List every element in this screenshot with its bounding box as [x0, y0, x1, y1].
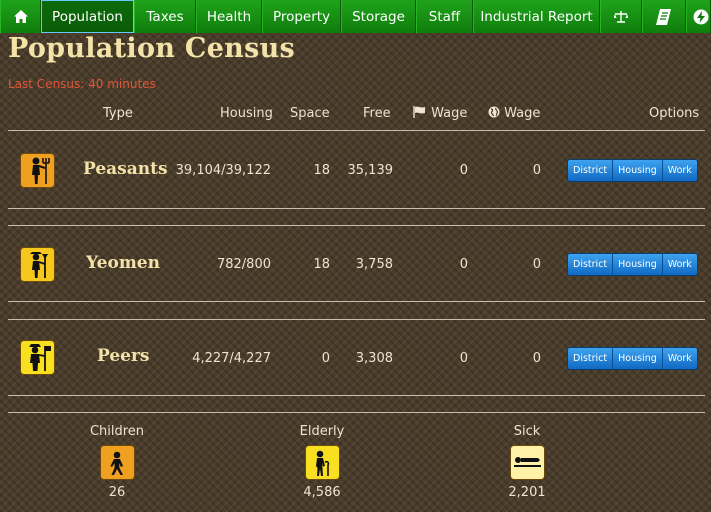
header-space: Space: [290, 106, 330, 121]
row-housing: 782/800: [216, 257, 271, 272]
last-census-text: Last Census: 40 minutes: [8, 77, 156, 91]
housing-button[interactable]: Housing: [613, 254, 663, 275]
tab-storage[interactable]: Storage: [341, 0, 416, 33]
divider: [8, 319, 705, 320]
stat-sick: Sick 2,201: [492, 424, 562, 500]
tab-home[interactable]: [0, 0, 41, 33]
sick-icon: [509, 445, 545, 480]
tab-population[interactable]: Population: [41, 0, 134, 33]
scroll-icon: [655, 8, 673, 26]
elderly-icon: [304, 445, 340, 480]
stat-value: 4,586: [303, 485, 341, 500]
row-housing: 4,227/4,227: [192, 351, 271, 366]
district-button[interactable]: District: [568, 348, 614, 369]
row-name: Peers: [97, 346, 150, 366]
row-options: District Housing Work: [567, 253, 698, 276]
housing-button[interactable]: Housing: [613, 348, 663, 369]
header-wage-global-label: Wage: [504, 106, 541, 121]
row-free: 3,308: [355, 351, 393, 366]
stat-value: 26: [108, 485, 126, 500]
tab-taxes[interactable]: Taxes: [134, 0, 196, 33]
row-name: Yeomen: [86, 253, 160, 273]
stat-elderly: Elderly 4,586: [287, 424, 357, 500]
row-name: Peasants: [83, 159, 168, 179]
header-type: Type: [103, 106, 133, 121]
tab-scales[interactable]: [600, 0, 642, 33]
header-options: Options: [649, 106, 700, 121]
header-wage-local-label: Wage: [431, 106, 468, 121]
divider: [8, 412, 705, 413]
row-free: 3,758: [355, 257, 393, 272]
tab-property[interactable]: Property: [262, 0, 341, 33]
tab-scroll[interactable]: [642, 0, 686, 33]
top-navigation: Population Taxes Health Property Storage…: [0, 0, 711, 33]
child-icon: [99, 445, 135, 480]
scales-icon: [614, 10, 628, 23]
district-button[interactable]: District: [568, 160, 614, 181]
tab-staff[interactable]: Staff: [416, 0, 473, 33]
census-panel: Population Census Last Census: 40 minute…: [0, 33, 711, 512]
tab-health[interactable]: Health: [196, 0, 262, 33]
row-space: 0: [321, 351, 330, 366]
work-button[interactable]: Work: [662, 254, 697, 275]
tab-health-label: Health: [206, 8, 252, 25]
yeoman-icon: [20, 247, 55, 282]
tab-staff-label: Staff: [428, 8, 461, 25]
row-wage-local: 0: [459, 163, 468, 178]
divider: [8, 208, 705, 209]
peasant-icon: [20, 153, 55, 188]
header-wage-global: Wage: [488, 106, 540, 121]
tab-industrial-report-label: Industrial Report: [480, 8, 593, 25]
tab-population-label: Population: [52, 8, 123, 25]
divider: [8, 395, 705, 396]
work-button[interactable]: Work: [662, 160, 697, 181]
tab-property-label: Property: [272, 8, 331, 25]
tab-taxes-label: Taxes: [146, 8, 184, 25]
tab-lightning[interactable]: [686, 0, 711, 33]
header-housing: Housing: [220, 106, 273, 121]
lightning-icon: [693, 9, 709, 25]
row-options: District Housing Work: [567, 347, 698, 370]
home-icon: [13, 10, 28, 23]
stat-label: Sick: [513, 424, 541, 439]
row-housing: 39,104/39,122: [175, 163, 271, 178]
housing-button[interactable]: Housing: [613, 160, 663, 181]
row-wage-local: 0: [459, 351, 468, 366]
stat-children: Children 26: [82, 424, 152, 500]
flag-icon: [413, 106, 427, 121]
row-wage-global: 0: [532, 163, 541, 178]
row-wage-global: 0: [532, 351, 541, 366]
district-button[interactable]: District: [568, 254, 614, 275]
divider: [8, 130, 705, 131]
row-free: 35,139: [347, 163, 394, 178]
tab-storage-label: Storage: [352, 8, 405, 25]
divider: [8, 225, 705, 226]
stat-label: Children: [89, 424, 145, 439]
work-button[interactable]: Work: [662, 348, 697, 369]
page-title: Population Census: [8, 33, 296, 64]
tab-industrial-report[interactable]: Industrial Report: [473, 0, 600, 33]
peer-icon: [20, 340, 55, 375]
row-space: 18: [313, 163, 330, 178]
row-wage-global: 0: [532, 257, 541, 272]
divider: [8, 301, 705, 302]
row-options: District Housing Work: [567, 159, 698, 182]
stat-label: Elderly: [299, 424, 345, 439]
header-free: Free: [363, 106, 391, 121]
row-wage-local: 0: [459, 257, 468, 272]
globe-icon: [488, 106, 500, 121]
stat-value: 2,201: [508, 485, 546, 500]
row-space: 18: [313, 257, 330, 272]
header-wage-local: Wage: [413, 106, 467, 121]
